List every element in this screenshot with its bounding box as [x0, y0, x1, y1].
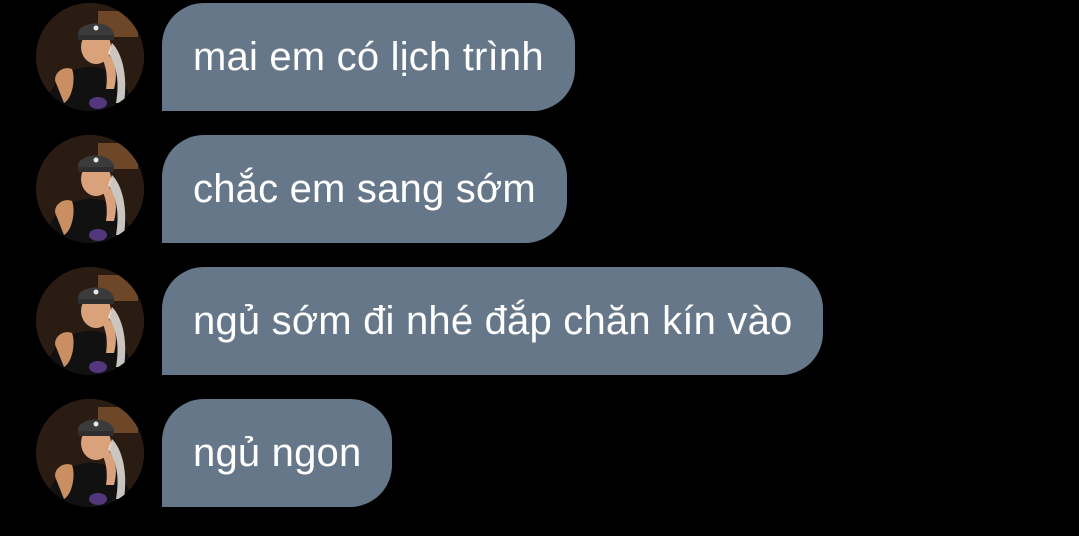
sender-avatar[interactable] [36, 267, 144, 375]
message-bubble[interactable]: ngủ sớm đi nhé đắp chăn kín vào [162, 267, 824, 375]
message-row: ngủ ngon [0, 396, 1079, 507]
avatar-photo-icon [36, 135, 144, 243]
message-text: ngủ ngon [193, 431, 362, 475]
chat-thread: mai em có lịch trình chắc em sang sớm ng… [0, 0, 1079, 536]
message-row: ngủ sớm đi nhé đắp chăn kín vào [0, 264, 1079, 375]
message-bubble[interactable]: chắc em sang sớm [162, 135, 567, 243]
sender-avatar[interactable] [36, 3, 144, 111]
avatar-photo-icon [36, 399, 144, 507]
sender-avatar[interactable] [36, 399, 144, 507]
avatar-photo-icon [36, 267, 144, 375]
sender-avatar[interactable] [36, 135, 144, 243]
message-row: mai em có lịch trình [0, 0, 1079, 111]
message-text: chắc em sang sớm [193, 167, 536, 211]
message-bubble[interactable]: mai em có lịch trình [162, 3, 575, 111]
message-text: mai em có lịch trình [193, 35, 544, 79]
avatar-photo-icon [36, 3, 144, 111]
message-text: ngủ sớm đi nhé đắp chăn kín vào [193, 299, 793, 343]
message-row: chắc em sang sớm [0, 132, 1079, 243]
message-bubble[interactable]: ngủ ngon [162, 399, 393, 507]
